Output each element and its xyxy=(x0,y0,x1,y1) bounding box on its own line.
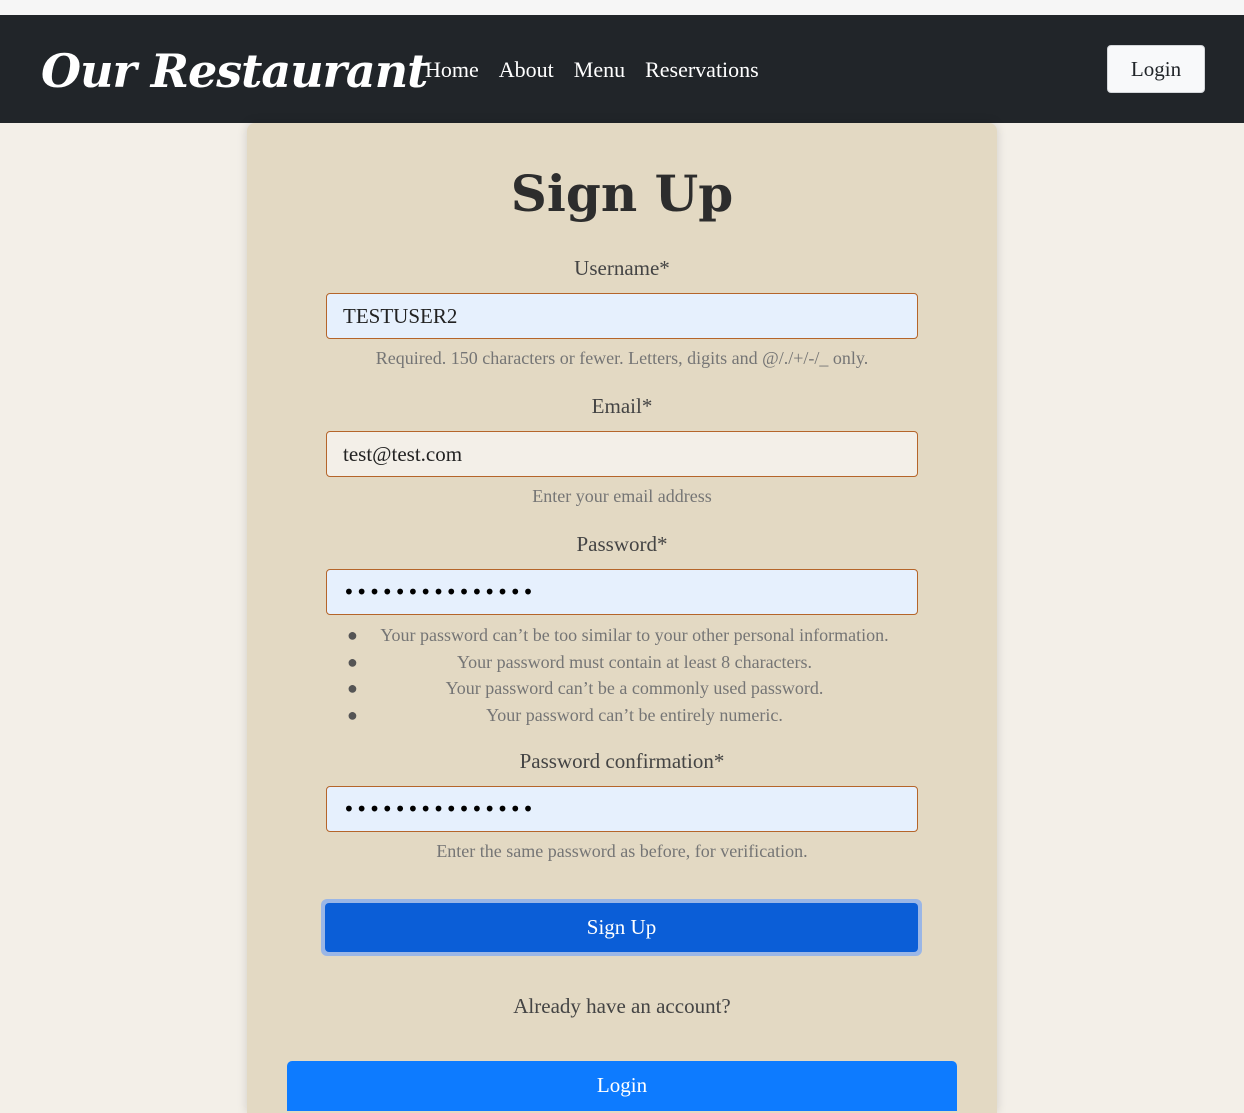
nav-link-about[interactable]: About xyxy=(499,53,554,87)
password-label: Password* xyxy=(576,532,668,556)
nav-login-button[interactable]: Login xyxy=(1107,45,1205,93)
email-field[interactable]: test@test.com xyxy=(326,431,918,477)
nav-link-reservations[interactable]: Reservations xyxy=(645,53,759,87)
username-label: Username* xyxy=(574,256,670,280)
top-strip xyxy=(0,0,1244,15)
email-label: Email* xyxy=(591,394,653,418)
navbar: Our Restaurant Home About Menu Reservati… xyxy=(0,15,1244,123)
password-rule: ● Your password can’t be entirely numeric… xyxy=(347,704,783,725)
brand-logo[interactable]: Our Restaurant xyxy=(41,41,428,101)
username-help: Required. 150 characters or fewer. Lette… xyxy=(375,348,869,368)
page-title: Sign Up xyxy=(510,164,734,223)
password-confirmation-help: Enter the same password as before, for v… xyxy=(436,841,808,861)
username-field[interactable]: TESTUSER2 xyxy=(326,293,918,339)
nav-link-home[interactable]: Home xyxy=(425,53,479,87)
password-confirmation-label: Password confirmation* xyxy=(519,749,725,773)
password-rule: ● Your password can’t be too similar to y… xyxy=(347,625,889,645)
username-value: TESTUSER2 xyxy=(343,303,458,328)
password-value: ••••••••••••••• xyxy=(343,580,535,604)
already-have-account-text: Already have an account? xyxy=(513,994,731,1018)
password-rule: ● Your password must contain at least 8 c… xyxy=(347,651,813,672)
signup-button[interactable]: Sign Up xyxy=(321,899,922,956)
password-field[interactable]: ••••••••••••••• xyxy=(326,569,918,615)
signup-button-label: Sign Up xyxy=(325,903,918,952)
password-rules: ● Your password can’t be too similar to y… xyxy=(347,622,922,728)
password-rule: ● Your password can’t be a commonly used … xyxy=(347,678,824,698)
password-confirmation-value: ••••••••••••••• xyxy=(343,797,535,821)
password-confirmation-field[interactable]: ••••••••••••••• xyxy=(326,786,918,832)
email-value: test@test.com xyxy=(343,441,463,466)
login-button[interactable]: Login xyxy=(287,1061,957,1111)
email-help: Enter your email address xyxy=(532,486,712,506)
nav-links: Home About Menu Reservations xyxy=(425,53,759,87)
nav-link-menu[interactable]: Menu xyxy=(574,53,625,87)
